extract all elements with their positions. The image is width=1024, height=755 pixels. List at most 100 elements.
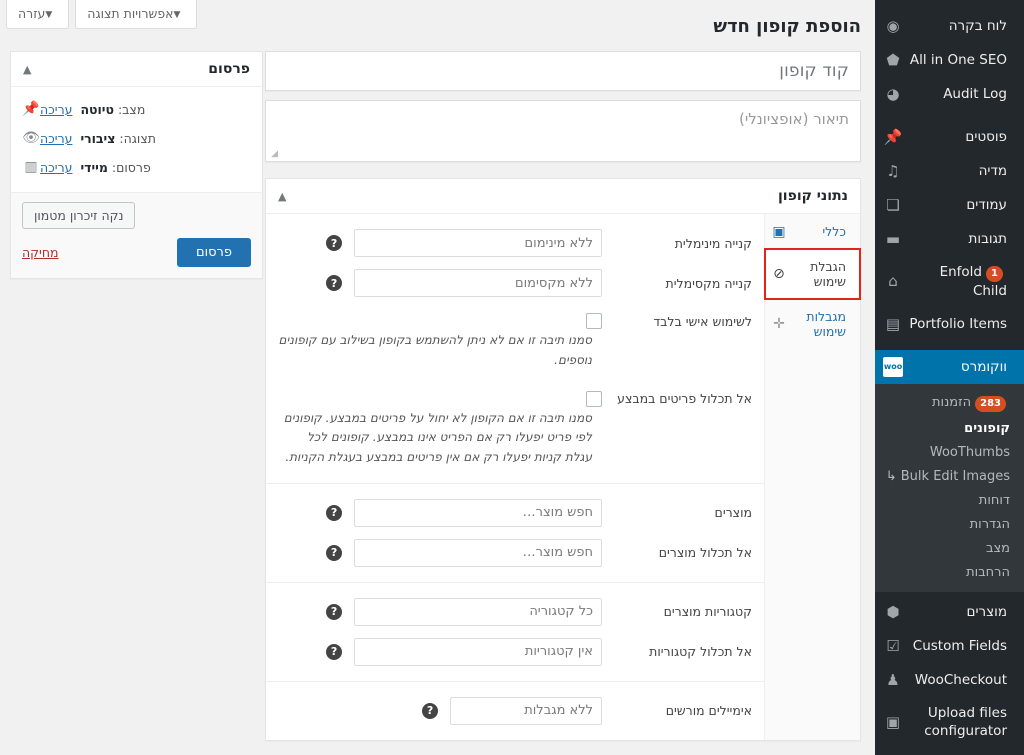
sidebar-item-comments[interactable]: ▬ תגובות [875,222,1024,256]
menu-separator [875,341,1024,350]
sidebar-item-products[interactable]: ⬢ מוצרים [875,592,1024,629]
resize-grip-icon[interactable]: ◢ [268,150,278,160]
usage-restriction-fields: קנייה מינימלית ? קנייה מקסימלית ? [266,214,764,740]
exclude-categories-input[interactable] [354,637,602,666]
tab-general[interactable]: ▣ כללי [765,214,860,249]
woocommerce-submenu: 283הזמנות קופונים WooThumbs Bulk Edit Im… [875,384,1024,593]
individual-use-checkbox[interactable] [586,313,602,329]
image-icon: ▣ [885,713,901,732]
portfolio-icon: ▤ [885,315,901,334]
individual-use-label: לשימוש אישי בלבד [653,313,752,329]
submenu-item-status[interactable]: מצב [875,536,1024,560]
submenu-item-woothumbs[interactable]: WooThumbs [875,440,1024,464]
menu-group-content: 📌 פוסטים ♫ מדיה ❏ עמודים ▬ תגובות ⌂ 1Enf… [875,120,1024,341]
exclude-products-input[interactable] [354,538,602,567]
sidebar-item-label: עמודים [966,196,1007,213]
sidebar-item-appearance[interactable]: 🖌 עיצוב [875,748,1024,755]
row-exclude-categories: אל תכלול קטגוריות ? [266,632,764,672]
publish-status-prefix: מצב: [117,101,146,117]
row-exclude-products: אל תכלול מוצרים ? [266,533,764,573]
submenu-item-label: WooThumbs [929,444,1010,460]
sidebar-item-all-in-one-seo[interactable]: ⬟ All in One SEO [875,43,1024,77]
help-icon[interactable]: ? [326,643,342,660]
no-entry-icon: ⊘ [773,266,785,282]
sidebar-item-pages[interactable]: ❏ עמודים [875,188,1024,222]
coupon-code-placeholder: קוד קופון [779,61,849,81]
sidebar-item-upload-files-configurator[interactable]: ▣ Upload files configurator [875,697,1024,747]
coupon-code-field[interactable]: קוד קופון [265,51,861,91]
sidebar-item-posts[interactable]: 📌 פוסטים [875,120,1024,154]
sidebar-badge: 1 [986,266,1003,282]
row-allowed-emails: אימיילים מורשים ? [266,691,764,731]
sidebar-item-portfolio-items[interactable]: ▤ Portfolio Items [875,307,1024,341]
exclude-sale-items-description: סמנו תיבה זו אם הקופון לא יחול על פריטים… [283,410,592,465]
user-icon: ♟ [886,671,900,690]
media-icon: ♫ [886,161,900,180]
ticket-icon: ▣ [772,223,786,240]
publish-button[interactable]: פרסום [176,238,251,267]
help-icon[interactable]: ? [326,235,342,251]
publish-header: פרסום ▲ [11,52,262,87]
pin-icon: 📌 [883,127,903,146]
sidebar-item-label: ווקומרס [960,359,1007,376]
sidebar-item-enfold-child[interactable]: ⌂ 1Enfold Child [875,256,1024,307]
comment-icon: ▬ [885,229,901,248]
publish-schedule-text: פרסום: מיידי עריכה [40,160,157,175]
submenu-item-extensions[interactable]: הרחבות [875,560,1024,584]
clear-cache-button[interactable]: נקה זיכרון מטמון [22,202,136,229]
help-icon[interactable]: ? [326,504,342,521]
sidebar-item-woocheckout[interactable]: ♟ WooCheckout [875,663,1024,697]
submenu-item-coupons[interactable]: קופונים [875,416,1024,440]
help-icon[interactable]: ? [326,603,342,620]
products-input[interactable] [354,498,602,527]
sidebar-item-label: All in One SEO [909,51,1007,68]
edit-visibility-link[interactable]: עריכה [40,131,72,146]
shield-icon: ⬟ [886,50,900,69]
publish-visibility-value: ציבורי [80,130,116,146]
coupon-data-body: ▣ כללי ⊘ הגבלת שימוש ✛ מגבלות שימוש קניי… [266,214,861,740]
publish-schedule-value: מיידי [80,159,108,175]
sidebar-item-dashboard[interactable]: ◉ לוח בקרה [875,9,1024,43]
publish-misc: 📌 מצב: טיוטה עריכה 👁 תצוגה: ציבורי עריכה [11,87,262,192]
submenu-item-label: קופונים [964,420,1010,436]
submenu-item-settings[interactable]: הגדרות [875,512,1024,536]
product-categories-label: קטגוריות מוצרים [663,604,752,620]
exclude-sale-items-label: אל תכלול פריטים במבצע [617,391,752,407]
submenu-item-reports[interactable]: דוחות [875,488,1024,512]
submenu-item-bulk-edit-images[interactable]: Bulk Edit Images ↳ [875,464,1024,488]
toggle-publish-icon[interactable]: ▲ [23,64,31,75]
help-icon[interactable]: ? [422,702,438,719]
submenu-item-label: דוחות [978,492,1010,508]
max-spend-label: קנייה מקסימלית [665,275,752,291]
coupon-data-tabs: ▣ כללי ⊘ הגבלת שימוש ✛ מגבלות שימוש [764,214,861,740]
edit-schedule-link[interactable]: עריכה [40,160,72,175]
publish-row-visibility: 👁 תצוגה: ציבורי עריכה [22,124,251,153]
allowed-emails-input[interactable] [450,696,602,725]
pin-icon: 📌 [22,101,40,117]
help-icon[interactable]: ? [326,275,342,291]
delete-link[interactable]: מחיקה [22,245,59,260]
min-spend-input[interactable] [354,229,602,257]
submenu-item-label: מצב [985,540,1010,556]
publish-visibility-prefix: תצוגה: [119,130,156,146]
admin-screen: ▼אפשרויות תצוגה ▼עזרה הוספת קופון חדש קו… [0,0,1024,755]
tab-usage-limits[interactable]: ✛ מגבלות שימוש [765,299,860,349]
eye-icon: 👁 [22,130,40,146]
sidebar-item-custom-fields[interactable]: ☑ Custom Fields [875,629,1024,663]
exclude-sale-items-checkbox[interactable] [586,390,602,407]
edit-status-link[interactable]: עריכה [40,102,72,117]
fieldset-spend: קנייה מינימלית ? קנייה מקסימלית ? [266,214,764,484]
sidebar-item-label: Portfolio Items [909,316,1007,333]
sidebar-item-woocommerce[interactable]: woo ווקומרס [875,350,1024,385]
toggle-panel-icon[interactable]: ▲ [278,191,286,202]
sidebar-item-audit-log[interactable]: ◕ Audit Log [875,77,1024,111]
submenu-item-label: Bulk Edit Images ↳ [885,468,1010,484]
coupon-description-field[interactable]: תיאור (אופציונלי) ◢ [265,100,861,162]
product-categories-input[interactable] [354,597,602,626]
submenu-item-orders[interactable]: 283הזמנות [875,390,1024,416]
sidebar-item-media[interactable]: ♫ מדיה [875,154,1024,188]
max-spend-input[interactable] [354,269,602,297]
help-icon[interactable]: ? [326,544,342,561]
tab-usage-restriction[interactable]: ⊘ הגבלת שימוש [764,248,861,300]
sidebar-item-label: מוצרים [966,604,1007,621]
